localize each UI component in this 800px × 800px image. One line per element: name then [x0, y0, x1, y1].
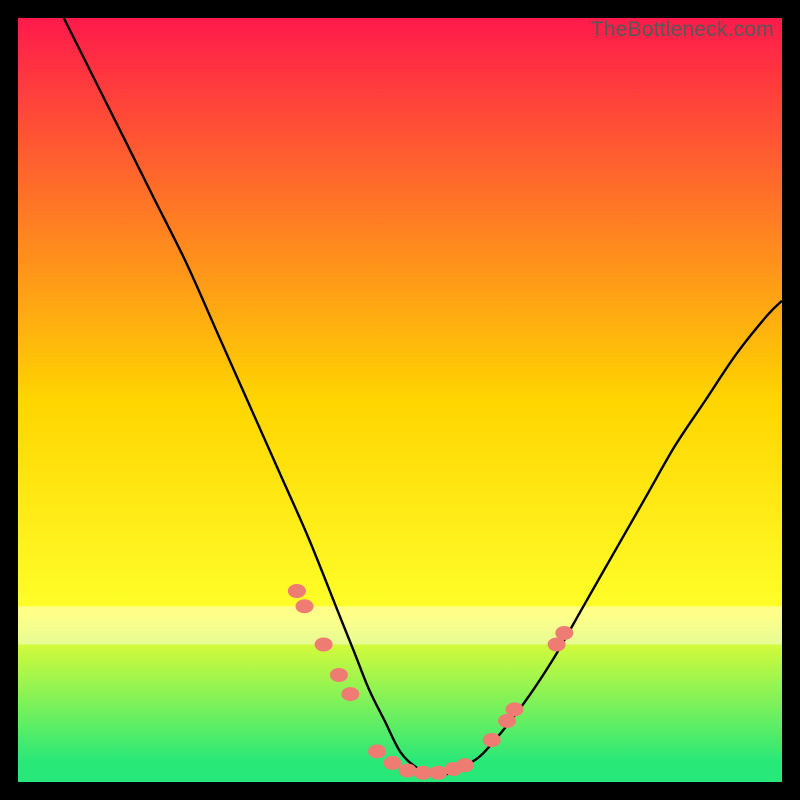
chart-frame: TheBottleneck.com	[18, 18, 782, 782]
marker-point	[368, 744, 386, 758]
bottleneck-chart	[18, 18, 782, 782]
marker-point	[483, 733, 501, 747]
marker-point	[555, 626, 573, 640]
marker-point	[315, 638, 333, 652]
marker-point	[429, 766, 447, 780]
marker-point	[341, 687, 359, 701]
marker-point	[288, 584, 306, 598]
marker-point	[383, 756, 401, 770]
marker-point	[506, 702, 524, 716]
marker-point	[330, 668, 348, 682]
marker-point	[399, 764, 417, 778]
marker-point	[456, 758, 474, 772]
marker-point	[414, 766, 432, 780]
marker-point	[296, 599, 314, 613]
attribution-label: TheBottleneck.com	[591, 18, 774, 42]
gradient-background	[18, 18, 782, 782]
pale-band	[18, 606, 782, 644]
